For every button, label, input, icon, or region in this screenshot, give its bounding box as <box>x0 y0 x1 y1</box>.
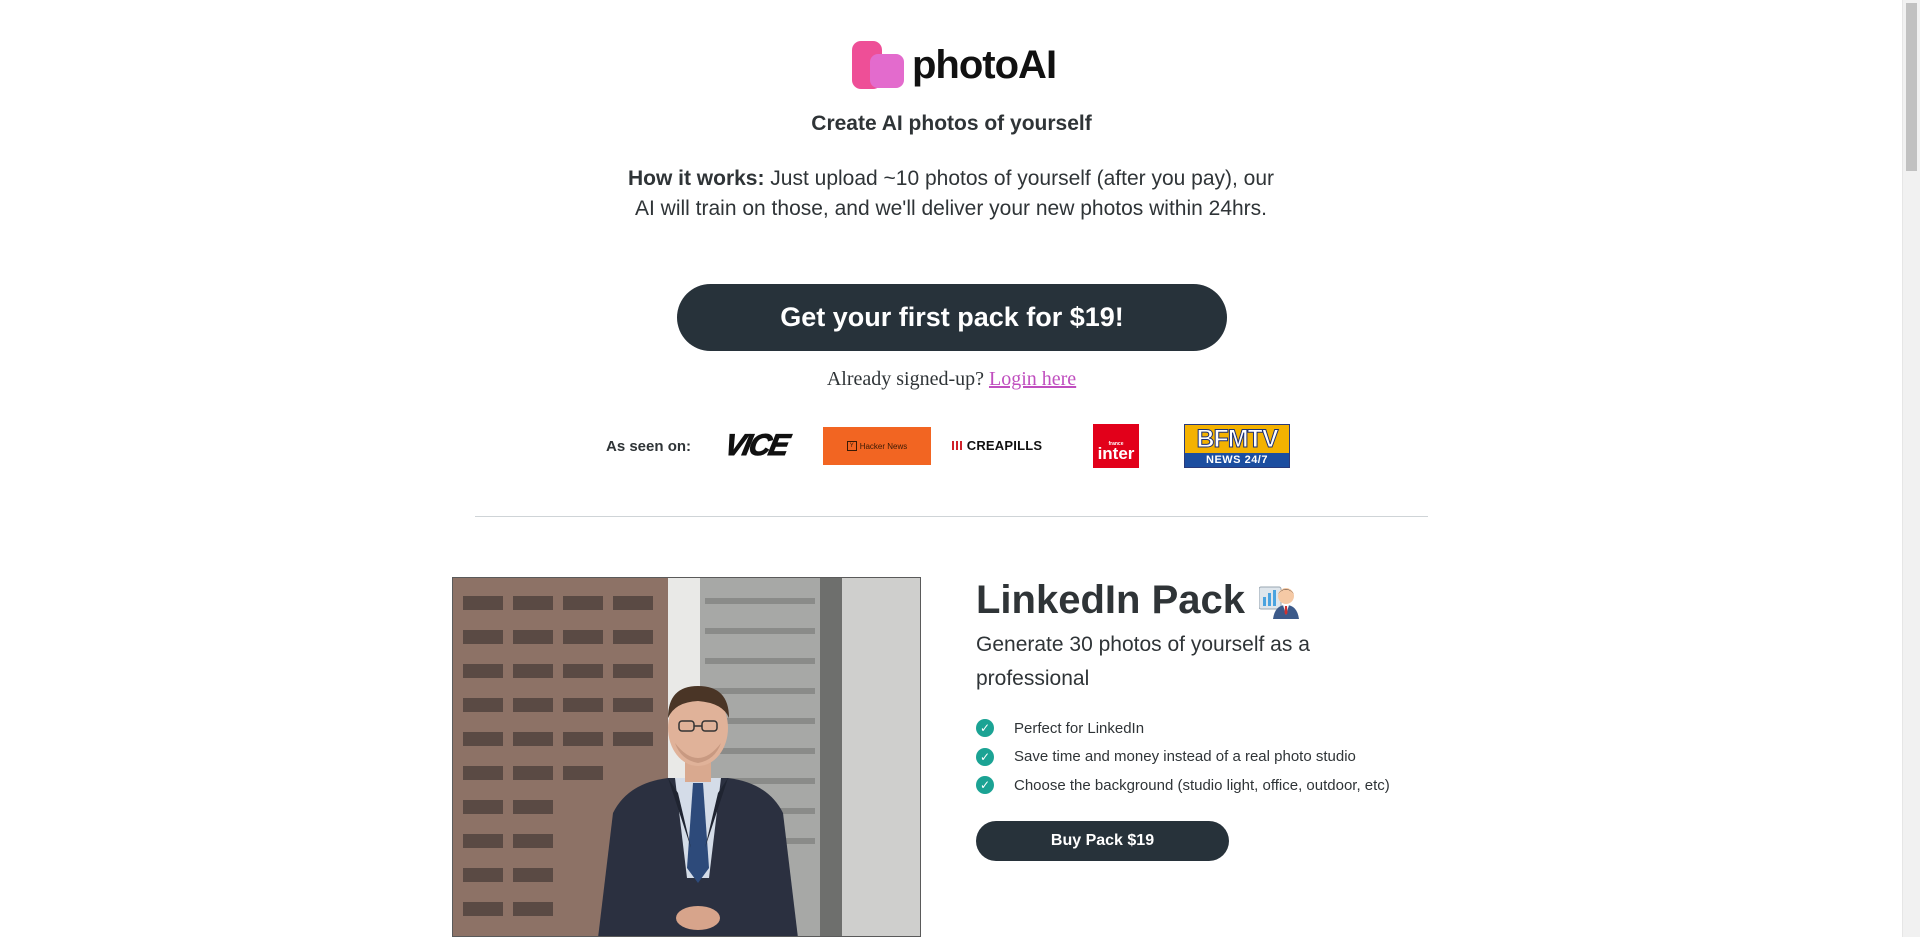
bfmtv-logo: BFMTV NEWS 24/7 <box>1184 424 1290 468</box>
creapills-logo: CREAPILLS <box>948 436 1046 454</box>
login-link[interactable]: Login here <box>989 368 1076 390</box>
buy-pack-button[interactable]: Buy Pack $19 <box>976 821 1229 861</box>
get-first-pack-button[interactable]: Get your first pack for $19! <box>677 284 1227 351</box>
office-worker-emoji-icon <box>1258 583 1299 619</box>
page: photoAI Create AI photos of yourself How… <box>0 0 1920 937</box>
y-combinator-icon: Y <box>846 441 857 451</box>
pack-features-list: ✓ Perfect for LinkedIn ✓ Save time and m… <box>976 714 1390 800</box>
creapills-bars-icon <box>951 440 964 450</box>
vertical-scrollbar[interactable] <box>1902 0 1920 937</box>
photoai-logo[interactable]: photoAI <box>852 38 1057 92</box>
professional-portrait-photo <box>453 578 920 936</box>
tagline: Create AI photos of yourself <box>811 112 1092 135</box>
check-icon: ✓ <box>976 776 994 795</box>
france-inter-logo: france inter <box>1093 424 1139 468</box>
check-icon: ✓ <box>976 719 994 738</box>
hacker-news-logo: Y Hacker News <box>823 427 931 465</box>
linkedin-pack-title: LinkedIn Pack <box>976 578 1299 623</box>
scrollbar-thumb[interactable] <box>1906 3 1917 171</box>
as-seen-on-label: As seen on: <box>606 437 692 455</box>
feature-item: ✓ Perfect for LinkedIn <box>976 714 1390 743</box>
pack-title-text: LinkedIn Pack <box>976 578 1245 622</box>
pack-subtitle: Generate 30 photos of yourself as a prof… <box>976 633 1310 690</box>
logo-mark-icon <box>852 39 904 91</box>
feature-item: ✓ Choose the background (studio light, o… <box>976 771 1390 800</box>
brand-name: photoAI <box>912 42 1057 87</box>
signed-up-line: Already signed-up? Login here <box>0 368 1903 391</box>
linkedin-pack-photo <box>452 577 921 937</box>
feature-item: ✓ Save time and money instead of a real … <box>976 743 1390 772</box>
signed-up-text: Already signed-up? <box>826 368 989 390</box>
section-divider <box>475 516 1428 517</box>
how-it-works-text: How it works: Just upload ~10 photos of … <box>625 164 1277 224</box>
how-it-works-label: How it works: <box>627 167 765 190</box>
vice-logo: VICE <box>721 429 791 463</box>
as-seen-on: As seen on: <box>606 424 713 468</box>
check-icon: ✓ <box>976 747 994 766</box>
